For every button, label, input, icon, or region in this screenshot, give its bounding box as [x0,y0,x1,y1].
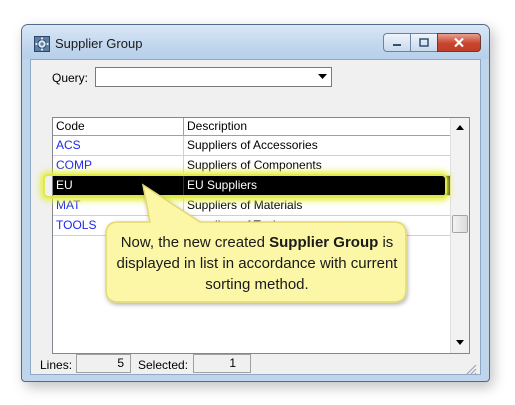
maximize-icon [419,38,429,47]
vertical-scrollbar[interactable] [450,118,469,353]
lines-label: Lines: [40,358,73,372]
cell-description: Suppliers of Materials [187,198,303,212]
callout-text-part1: Now, the new created [120,234,270,251]
window-title: Supplier Group [55,36,143,51]
cell-code: EU [53,176,184,195]
resize-grip-icon[interactable] [465,362,477,375]
column-header-code[interactable]: Code [53,118,184,136]
cell-description: Suppliers of Components [187,158,322,172]
cell-code: ACS [53,136,184,155]
close-button[interactable] [437,33,481,52]
minimize-icon [393,43,401,46]
chevron-down-icon[interactable] [315,70,329,84]
query-label: Query: [52,71,89,85]
callout-message: Now, the new created Supplier Group is d… [112,232,402,294]
cell-description: Suppliers of Accessories [187,138,318,152]
scroll-up-icon [456,125,464,130]
column-header-description[interactable]: Description [184,118,450,136]
callout-text-bold: Supplier Group [269,234,379,251]
lines-count: 5 [76,354,131,373]
selected-count: 1 [193,354,251,373]
app-gear-icon [34,36,50,52]
scroll-down-button[interactable] [452,334,468,351]
scroll-up-button[interactable] [452,119,468,136]
client-area: Query: Code Description ACS Suppliers of… [30,59,481,375]
selected-label: Selected: [138,358,189,372]
supplier-group-window: Supplier Group Query: Code Description A… [21,24,490,382]
cell-description: EU Suppliers [187,178,258,192]
scroll-down-icon [456,340,464,345]
status-bar: Lines: 5 Selected: 1 [30,352,481,376]
list-header: Code Description [53,118,450,136]
table-row[interactable]: MAT Suppliers of Materials [53,196,450,216]
minimize-button[interactable] [383,33,410,52]
close-icon [454,37,464,48]
maximize-button[interactable] [410,33,437,52]
table-row[interactable]: COMP Suppliers of Components [53,156,450,176]
caption-buttons [383,33,481,53]
cell-code: COMP [53,156,184,175]
table-row[interactable]: ACS Suppliers of Accessories [53,136,450,156]
title-bar[interactable]: Supplier Group [22,25,489,59]
table-row-selected[interactable]: EU EU Suppliers [53,176,450,196]
cell-code: MAT [53,196,184,215]
scroll-thumb[interactable] [452,215,468,233]
query-dropdown[interactable] [95,67,332,87]
